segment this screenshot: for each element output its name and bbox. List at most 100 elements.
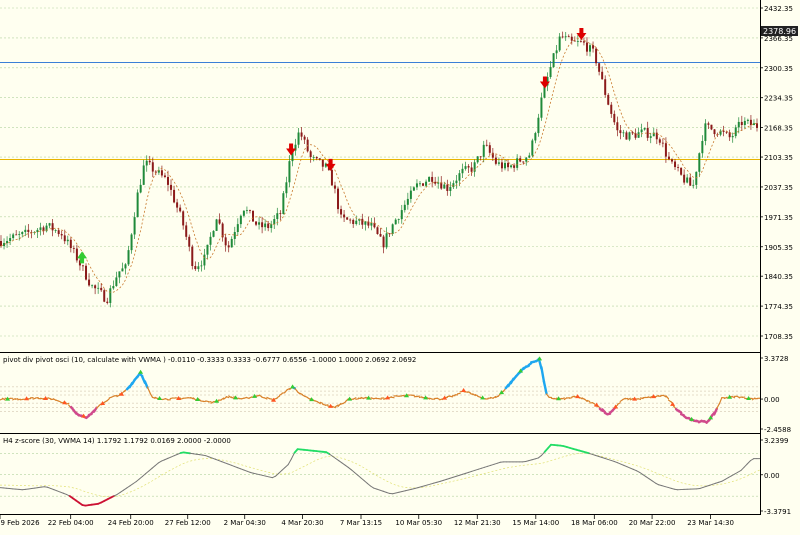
zscore-segment: [63, 493, 66, 494]
zscore-segment: [174, 454, 177, 455]
candle-body: [18, 234, 20, 235]
zscore-segment: [735, 472, 738, 474]
candle-body: [337, 189, 339, 209]
candle-body: [197, 266, 199, 269]
candle-body: [443, 185, 445, 189]
candle-body: [422, 183, 424, 185]
candle-body: [112, 286, 114, 288]
price-tick-label: 2037.35: [764, 184, 793, 192]
candle-body: [124, 264, 126, 268]
zscore-segment: [630, 468, 633, 469]
candle-body: [537, 118, 539, 133]
price-axis[interactable]: 2432.352366.352300.352234.352168.352103.…: [760, 5, 793, 341]
candle-body: [583, 41, 585, 42]
candle-body: [237, 224, 239, 232]
candle-body: [501, 162, 503, 168]
zscore-segment: [60, 492, 63, 493]
candle-body: [607, 95, 609, 105]
candle-body: [61, 234, 63, 235]
oscillator-segment: [264, 398, 267, 399]
candle-body: [613, 114, 615, 122]
candle-body: [446, 185, 448, 191]
price-pane-background: [0, 0, 760, 352]
candle-body: [179, 208, 181, 212]
candle-body: [407, 199, 409, 205]
candle-body: [644, 128, 646, 130]
zscore-segment: [637, 471, 640, 473]
zscore-segment: [751, 459, 754, 461]
candle-body: [638, 132, 640, 138]
zscore-segment: [120, 490, 123, 492]
zscore-segment: [244, 470, 247, 471]
oscillator-tick-label: 3.3728: [764, 355, 789, 363]
candle-body: [355, 221, 357, 224]
oscillator-segment: [544, 382, 547, 394]
time-tick-label: 24 Feb 20:00: [108, 519, 154, 527]
candle-body: [12, 234, 14, 238]
candle-body: [21, 232, 23, 234]
price-tick-label: 1708.35: [764, 333, 793, 341]
candle-body: [465, 166, 467, 169]
candle-body: [298, 132, 300, 144]
zscore-segment: [367, 483, 370, 486]
candle-body: [346, 217, 348, 219]
oscillator-segment: [450, 396, 453, 397]
candle-body: [458, 173, 460, 180]
candle-body: [76, 249, 78, 261]
candle-body: [27, 230, 29, 232]
candle-body: [67, 240, 69, 241]
zscore-tick-label: 0.00: [764, 472, 780, 480]
candle-body: [389, 233, 391, 234]
candle-body: [519, 158, 521, 161]
candle-body: [701, 141, 703, 153]
candle-body: [713, 129, 715, 134]
oscillator-tick-label: -2.4588: [764, 426, 791, 434]
zscore-segment: [383, 491, 386, 492]
candle-body: [741, 122, 743, 125]
candle-body: [9, 238, 11, 241]
oscillator-segment: [468, 392, 471, 393]
price-pane[interactable]: 2432.352366.352300.352234.352168.352103.…: [0, 0, 798, 352]
zscore-segment: [627, 467, 630, 468]
oscillator-segment: [48, 398, 51, 399]
candle-body: [103, 290, 105, 301]
candle-body: [641, 130, 643, 133]
candle-body: [513, 165, 515, 167]
trading-chart[interactable]: 2432.352366.352300.352234.352168.352103.…: [0, 0, 800, 531]
time-tick-label: 4 Mar 20:30: [281, 519, 323, 527]
candle-body: [380, 234, 382, 237]
chart-canvas[interactable]: 2432.352366.352300.352234.352168.352103.…: [0, 0, 800, 531]
candle-body: [507, 163, 509, 167]
candle-body: [489, 145, 491, 153]
candle-body: [516, 158, 518, 168]
candle-body: [534, 133, 536, 140]
oscillator-axis: 3.37280.00-2.4588: [760, 355, 791, 434]
candle-body: [176, 202, 178, 207]
zscore-pane[interactable]: H4 z-score (30, VWMA 14) 1.1792 1.1792 0…: [0, 434, 791, 517]
candle-body: [610, 105, 612, 114]
candle-body: [240, 216, 242, 224]
oscillator-segment: [277, 396, 280, 398]
candle-body: [49, 223, 51, 225]
candle-body: [586, 43, 588, 52]
zscore-segment: [621, 464, 624, 465]
pivot-oscillator-pane[interactable]: pivot div pivot osci (10, calculate with…: [0, 353, 791, 435]
time-axis[interactable]: 19 Feb 202622 Feb 04:0024 Feb 20:0027 Fe…: [0, 515, 734, 527]
zscore-segment: [231, 465, 234, 466]
candle-body: [395, 220, 397, 225]
candle-body: [331, 170, 333, 186]
zscore-segment: [279, 470, 282, 473]
candle-body: [383, 237, 385, 248]
candle-body: [753, 123, 755, 125]
price-tick-label: 1905.35: [764, 244, 793, 252]
oscillator-series: [0, 359, 760, 423]
zscore-segment: [364, 481, 367, 484]
zscore-segment: [158, 461, 161, 463]
zscore-segment: [728, 476, 731, 478]
zscore-segment: [722, 479, 725, 481]
zscore-segment: [336, 458, 339, 460]
zscore-segment: [725, 478, 728, 480]
candle-body: [525, 158, 527, 162]
candle-body: [109, 288, 111, 303]
zscore-segment: [377, 489, 380, 490]
